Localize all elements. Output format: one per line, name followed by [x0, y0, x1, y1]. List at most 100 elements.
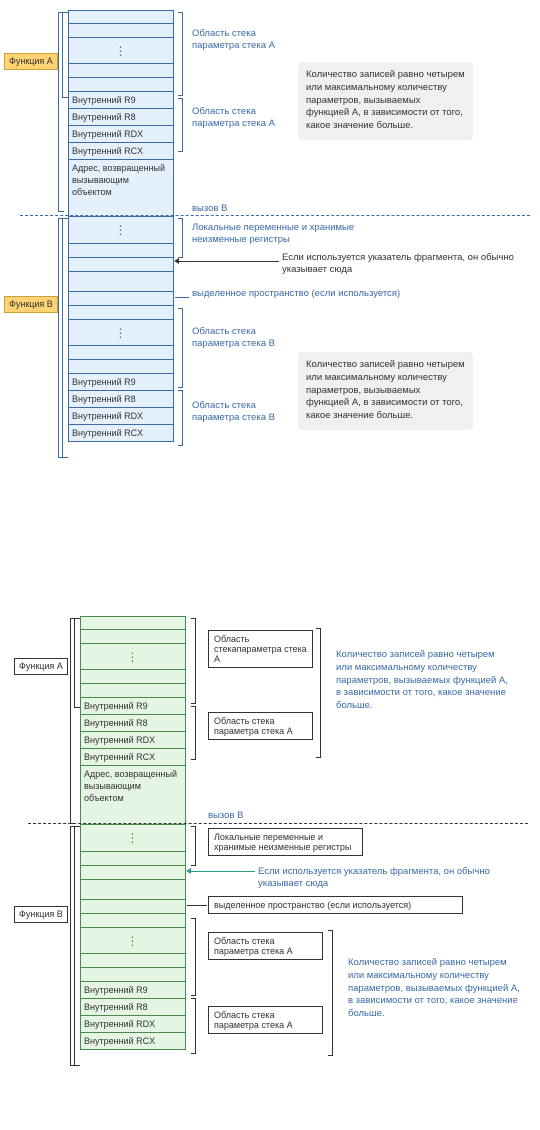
- brace-locals: [195, 826, 196, 866]
- stack-cell-empty: [68, 258, 174, 272]
- annot-stackB-2: Область стека параметра стека B: [192, 400, 282, 425]
- stack-cell-empty: [80, 914, 186, 928]
- stack-cell-r8: Внутренний R8: [80, 715, 186, 732]
- sidenote-a: Количество записей равно четырем или мак…: [298, 62, 473, 140]
- function-a-label: Функция A: [14, 658, 68, 675]
- bracket-a-outer: [58, 12, 59, 212]
- stack-cell-rdx: Внутренний RDX: [80, 1016, 186, 1033]
- function-a-label: Функция A: [4, 53, 58, 70]
- bracket-b-outer: [70, 826, 71, 1066]
- annot-stackA-1: Область стека параметра стека A: [192, 28, 282, 53]
- call-b-label: вызов B: [192, 203, 227, 215]
- stack-cell-rdx: Внутренний RDX: [80, 732, 186, 749]
- annot-stackA-2: Область стека параметра стека A: [192, 106, 282, 131]
- brace-b2-right: [182, 390, 183, 446]
- stack-cell-dots: ⋮: [80, 928, 186, 954]
- stack-cell-r8: Внутренний R8: [68, 109, 174, 126]
- brace-side-b: [332, 930, 333, 1056]
- annot-alloca: выделенное пространство (если использует…: [208, 896, 463, 914]
- annot-locals: Локальные переменные и хранимые неизменн…: [192, 222, 372, 247]
- stack-col-b: ⋮ ⋮ Внутренний R9 Внутренний R8 Внутренн…: [80, 824, 186, 1050]
- vertical-dots-icon: ⋮: [127, 651, 140, 663]
- stack-cell-dots: ⋮: [80, 644, 186, 670]
- stack-cell-dots: ⋮: [80, 824, 186, 852]
- stack-cell-caller-ret: Адрес, возвращенный вызывающим объектом: [68, 160, 174, 222]
- stack-cell-rcx: Внутренний RCX: [68, 425, 174, 442]
- vertical-dots-icon: ⋮: [115, 327, 128, 339]
- alloca-line: [187, 905, 207, 906]
- brace-a2-right: [182, 98, 183, 152]
- annot-stackB-1: Область стека параметра стека B: [192, 326, 282, 351]
- stack-cell-r9: Внутренний R9: [80, 698, 186, 715]
- sidenote-b: Количество записей равно четырем или мак…: [298, 352, 473, 430]
- sidenote-a: Количество записей равно четырем или мак…: [328, 642, 518, 720]
- brace-side-a: [320, 628, 321, 758]
- stack-cell-dots: ⋮: [68, 320, 174, 346]
- fp-line: [179, 261, 279, 262]
- annot-stackA-4: Область стека параметра стека A: [208, 1006, 323, 1034]
- bracket-b-outer: [58, 218, 59, 458]
- stack-cell-empty: [80, 630, 186, 644]
- stack-cell-r8: Внутренний R8: [68, 391, 174, 408]
- fp-line: [191, 871, 255, 872]
- bracket-a-outer: [70, 618, 71, 824]
- stack-cell-rdx: Внутренний RDX: [68, 408, 174, 425]
- vertical-dots-icon: ⋮: [115, 224, 128, 236]
- stack-cell-empty: [80, 880, 186, 900]
- stack-cell-dots: ⋮: [68, 38, 174, 64]
- stack-cell-r8: Внутренний R8: [80, 999, 186, 1016]
- stack-cell-empty: [80, 616, 186, 630]
- stack-cell-r9: Внутренний R9: [68, 92, 174, 109]
- stack-col-b: ⋮ ⋮ Внутренний R9 Внутренний R8 Внутренн…: [68, 216, 174, 442]
- stack-cell-empty: [68, 10, 174, 24]
- sidenote-b: Количество записей равно четырем или мак…: [340, 950, 530, 1028]
- function-b-label: Функция B: [14, 906, 68, 923]
- annot-fp: Если используется указатель фрагмента, о…: [258, 866, 528, 891]
- stack-cell-empty: [68, 360, 174, 374]
- diagram-green: Функция A ⋮ Внутренний R9 Внутренний R8 …: [0, 610, 540, 1130]
- bracket-b-inner: [62, 218, 63, 458]
- brace-a2-right: [195, 706, 196, 760]
- bracket-a-inner: [74, 618, 75, 708]
- stack-cell-caller-ret: Адрес, возвращенный вызывающим объектом: [80, 766, 186, 828]
- function-b-label: Функция B: [4, 296, 58, 313]
- brace-locals: [182, 218, 183, 258]
- stack-cell-empty: [68, 346, 174, 360]
- annot-stackA-1: Область стекапараметра стека A: [208, 630, 313, 668]
- bracket-a-inner: [62, 12, 63, 98]
- vertical-dots-icon: ⋮: [115, 45, 128, 57]
- stack-cell-dots: ⋮: [68, 216, 174, 244]
- alloca-line: [175, 297, 189, 298]
- brace-b1-right: [195, 918, 196, 996]
- vertical-dots-icon: ⋮: [127, 935, 140, 947]
- brace-a1-right: [182, 12, 183, 96]
- annot-fp: Если используется указатель фрагмента, о…: [282, 252, 527, 277]
- stack-cell-empty: [68, 292, 174, 306]
- stack-cell-empty: [68, 306, 174, 320]
- stack-cell-rcx: Внутренний RCX: [68, 143, 174, 160]
- brace-a1-right: [195, 618, 196, 704]
- stack-cell-empty: [80, 968, 186, 982]
- stack-cell-empty: [68, 78, 174, 92]
- stack-cell-r9: Внутренний R9: [80, 982, 186, 999]
- annot-alloca: выделенное пространство (если использует…: [192, 288, 442, 300]
- diagram-blue: Функция A ⋮ Внутренний R9 Внутренний R8 …: [0, 0, 540, 500]
- stack-cell-rcx: Внутренний RCX: [80, 749, 186, 766]
- bracket-b-inner: [74, 826, 75, 1066]
- stack-cell-empty: [68, 24, 174, 38]
- call-b-label: вызов B: [208, 810, 243, 822]
- stack-cell-empty: [80, 684, 186, 698]
- stack-cell-empty: [68, 272, 174, 292]
- stack-cell-rdx: Внутренний RDX: [68, 126, 174, 143]
- stack-cell-empty: [80, 900, 186, 914]
- annot-stackA-2: Область стека параметра стека A: [208, 712, 313, 740]
- stack-cell-empty: [80, 866, 186, 880]
- stack-cell-empty: [68, 64, 174, 78]
- vertical-dots-icon: ⋮: [127, 832, 140, 844]
- stack-cell-empty: [68, 244, 174, 258]
- annot-locals: Локальные переменные и хранимые неизменн…: [208, 828, 363, 856]
- brace-b1-right: [182, 308, 183, 388]
- stack-cell-empty: [80, 852, 186, 866]
- stack-cell-empty: [80, 670, 186, 684]
- stack-col-a-top: ⋮ Внутренний R9 Внутренний R8 Внутренний…: [80, 616, 186, 828]
